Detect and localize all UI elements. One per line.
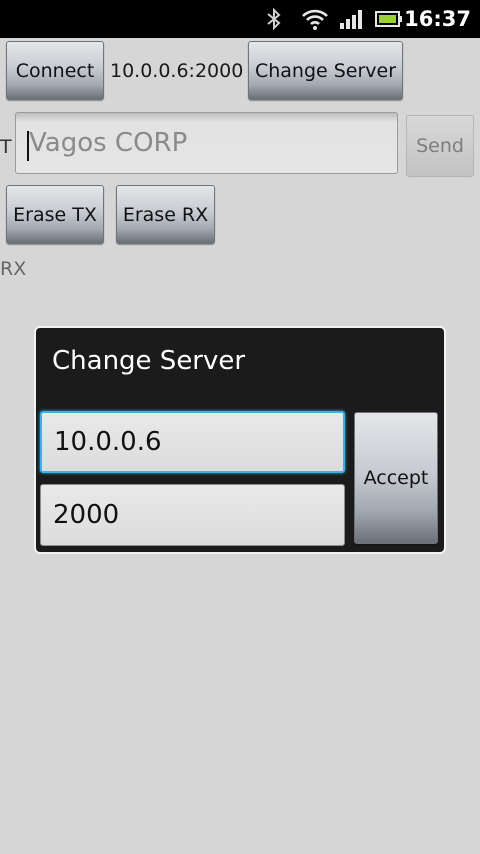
- message-input-value: Vagos CORP: [29, 128, 188, 158]
- accept-button[interactable]: Accept: [354, 412, 438, 544]
- send-button[interactable]: Send: [406, 115, 474, 177]
- port-input[interactable]: 2000: [40, 484, 345, 546]
- battery-icon: [374, 0, 404, 38]
- rx-label: RX: [0, 258, 27, 280]
- bluetooth-icon: [262, 0, 286, 38]
- port-value: 2000: [53, 500, 120, 530]
- erase-tx-button[interactable]: Erase TX: [6, 185, 104, 244]
- status-bar: 16:37: [0, 0, 480, 38]
- status-time: 16:37: [404, 7, 471, 31]
- wifi-icon: [300, 0, 330, 38]
- server-address-label: 10.0.0.6:2000: [110, 60, 244, 82]
- ip-address-value: 10.0.0.6: [54, 427, 162, 457]
- change-server-dialog: Change Server 10.0.0.6 2000 Accept: [34, 326, 446, 554]
- erase-rx-button[interactable]: Erase RX: [116, 185, 215, 244]
- dialog-title: Change Server: [52, 346, 246, 376]
- ip-address-input[interactable]: 10.0.0.6: [40, 411, 345, 473]
- message-input[interactable]: Vagos CORP: [15, 112, 398, 174]
- change-server-button[interactable]: Change Server: [248, 41, 403, 100]
- connect-button[interactable]: Connect: [6, 41, 104, 100]
- tx-prefix-label: T: [0, 136, 12, 158]
- signal-icon: [338, 0, 366, 38]
